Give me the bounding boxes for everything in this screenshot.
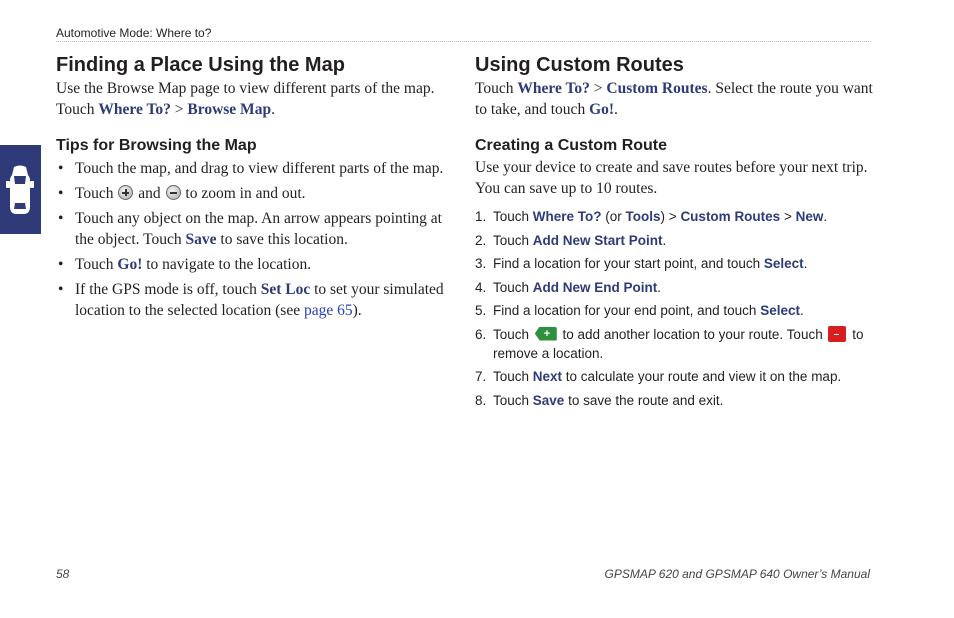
step-text: Touch bbox=[493, 369, 533, 384]
tips-list: Touch the map, and drag to view differen… bbox=[56, 158, 456, 321]
go-term: Go! bbox=[589, 101, 615, 118]
right-column: Using Custom Routes Touch Where To? > Cu… bbox=[475, 52, 875, 414]
list-item: 3. Find a location for your start point, … bbox=[475, 254, 875, 273]
list-item: 5. Find a location for your end point, an… bbox=[475, 301, 875, 320]
where-to-term: Where To? bbox=[532, 209, 602, 224]
new-term: New bbox=[795, 209, 824, 224]
step-text: to calculate your route and view it on t… bbox=[562, 369, 842, 384]
step-text: Find a location for your start point, an… bbox=[493, 256, 764, 271]
browse-map-term: Browse Map bbox=[187, 101, 272, 118]
step-text: . bbox=[662, 232, 667, 248]
step-text: Touch bbox=[493, 326, 533, 342]
remove-point-icon bbox=[828, 325, 847, 342]
header-rule bbox=[56, 41, 871, 42]
step-number: 4. bbox=[475, 279, 487, 295]
list-item: Touch Go! to navigate to the location. bbox=[56, 254, 456, 275]
tip-text: to save this location. bbox=[216, 231, 348, 248]
tip-text: Touch the map, and drag to view differen… bbox=[75, 160, 444, 177]
select-term: Select bbox=[760, 303, 800, 318]
list-item: Touch any object on the map. An arrow ap… bbox=[56, 208, 456, 250]
steps-list: 1. Touch Where To? (or Tools) > Custom Ro… bbox=[475, 207, 875, 410]
step-text: to save the route and exit. bbox=[564, 392, 724, 408]
list-item: If the GPS mode is off, touch Set Loc to… bbox=[56, 279, 456, 321]
step-number: 7. bbox=[475, 369, 487, 384]
step-text: ) > bbox=[660, 209, 681, 224]
step-text: Touch bbox=[493, 209, 533, 224]
page-number: 58 bbox=[56, 567, 70, 581]
step-number: 5. bbox=[475, 303, 487, 318]
tip-text: ). bbox=[352, 302, 362, 319]
section-title-finding-place: Finding a Place Using the Map bbox=[56, 54, 345, 76]
page-link[interactable]: page 65 bbox=[304, 302, 353, 319]
tip-text: If the GPS mode is off, touch bbox=[75, 281, 261, 298]
next-term: Next bbox=[532, 369, 563, 384]
period: . bbox=[614, 101, 618, 118]
where-to-term: Where To? bbox=[517, 80, 590, 97]
period: . bbox=[271, 101, 275, 118]
save-term: Save bbox=[185, 231, 217, 248]
left-column: Finding a Place Using the Map Use the Br… bbox=[56, 52, 456, 325]
step-text: . bbox=[803, 256, 808, 271]
tip-text: to zoom in and out. bbox=[181, 185, 306, 202]
custom-routes-intro: Touch Where To? > Custom Routes. Select … bbox=[475, 78, 875, 120]
step-number: 3. bbox=[475, 256, 487, 271]
list-item: 1. Touch Where To? (or Tools) > Custom Ro… bbox=[475, 207, 875, 226]
intro-paragraph: Use the Browse Map page to view differen… bbox=[56, 78, 456, 120]
manual-title: GPSMAP 620 and GPSMAP 640 Owner’s Manual bbox=[604, 567, 870, 581]
save-term: Save bbox=[532, 392, 565, 408]
list-item: Touch and to zoom in and out. bbox=[56, 183, 456, 204]
step-text: Touch bbox=[493, 232, 533, 248]
step-number: 1. bbox=[475, 209, 487, 224]
custom-routes-term: Custom Routes bbox=[680, 209, 781, 224]
step-number: 2. bbox=[475, 232, 487, 248]
intro-text: Touch bbox=[475, 80, 518, 97]
select-term: Select bbox=[763, 256, 804, 271]
step-text: to add another location to your route. T… bbox=[558, 326, 827, 342]
list-item: 2. Touch Add New Start Point. bbox=[475, 231, 875, 250]
zoom-in-icon bbox=[118, 185, 134, 200]
step-text: Find a location for your end point, and … bbox=[493, 303, 761, 318]
list-item: 8. Touch Save to save the route and exit. bbox=[475, 391, 875, 410]
step-text: . bbox=[657, 279, 662, 295]
add-point-icon bbox=[534, 326, 557, 341]
car-icon bbox=[6, 165, 34, 214]
step-text: . bbox=[823, 209, 828, 224]
where-to-term: Where To? bbox=[98, 101, 171, 118]
step-number: 6. bbox=[475, 326, 487, 342]
separator: > bbox=[170, 101, 188, 118]
custom-routes-term: Custom Routes bbox=[606, 80, 708, 97]
list-item: 6. Touch to add another location to your … bbox=[475, 325, 875, 363]
step-number: 8. bbox=[475, 392, 487, 408]
tip-text: Touch bbox=[75, 256, 118, 273]
list-item: 7. Touch Next to calculate your route and… bbox=[475, 367, 875, 386]
go-term: Go! bbox=[117, 256, 143, 273]
tip-text: to navigate to the location. bbox=[142, 256, 312, 273]
step-text: > bbox=[780, 209, 796, 224]
list-item: Touch the map, and drag to view differen… bbox=[56, 158, 456, 179]
tools-term: Tools bbox=[625, 209, 661, 224]
tip-text: Touch bbox=[75, 185, 118, 202]
separator: > bbox=[589, 80, 607, 97]
step-text: Touch bbox=[493, 279, 533, 295]
add-end-point-term: Add New End Point bbox=[532, 279, 658, 295]
automotive-mode-tab bbox=[0, 145, 41, 234]
step-text: (or bbox=[601, 209, 626, 224]
creating-route-intro: Use your device to create and save route… bbox=[475, 159, 868, 197]
tips-heading: Tips for Browsing the Map bbox=[56, 137, 257, 154]
step-text: . bbox=[799, 303, 804, 318]
zoom-out-icon bbox=[165, 185, 181, 200]
running-header: Automotive Mode: Where to? bbox=[56, 26, 212, 40]
section-title-custom-routes: Using Custom Routes bbox=[475, 54, 684, 76]
tip-text: and bbox=[134, 185, 165, 202]
list-item: 4. Touch Add New End Point. bbox=[475, 278, 875, 297]
step-text: Touch bbox=[493, 392, 533, 408]
add-start-point-term: Add New Start Point bbox=[532, 232, 663, 248]
set-loc-term: Set Loc bbox=[260, 281, 311, 298]
creating-route-heading: Creating a Custom Route bbox=[475, 137, 668, 154]
